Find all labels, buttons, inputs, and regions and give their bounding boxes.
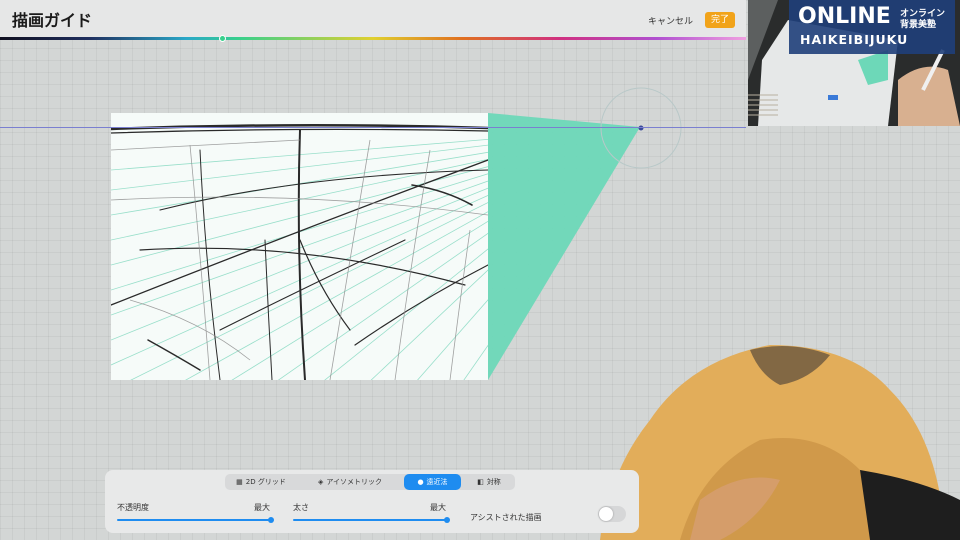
thickness-label: 太さ	[293, 503, 309, 512]
assisted-drawing-toggle[interactable]	[598, 506, 626, 522]
thickness-max-label: 最大	[430, 503, 446, 512]
logo-online-text: ONLINE	[798, 4, 891, 29]
thickness-slider-thumb[interactable]	[444, 517, 450, 523]
guide-type-tabs: ▦ 2D グリッド ◈ アイソメトリック ● 遠近法 ◧ 対称	[225, 474, 515, 490]
tab-2d-grid[interactable]: ▦ 2D グリッド	[225, 474, 297, 490]
presenter-overlay	[600, 345, 960, 540]
logo-bottom-text: HAIKEIBIJUKU	[800, 32, 909, 47]
assisted-drawing-label: アシストされた描画	[470, 513, 542, 522]
toggle-knob	[599, 507, 613, 521]
logo-jp-line2: 背景美塾	[900, 20, 937, 30]
perspective-icon: ●	[417, 478, 424, 486]
symmetry-icon: ◧	[477, 478, 484, 486]
top-bar: 描画ガイド キャンセル 完了	[0, 0, 746, 38]
tab-isometric[interactable]: ◈ アイソメトリック	[305, 474, 395, 490]
tab-symmetry[interactable]: ◧ 対称	[465, 474, 513, 490]
color-slider-knob[interactable]	[219, 35, 226, 42]
opacity-slider-thumb[interactable]	[268, 517, 274, 523]
grid-icon: ▦	[236, 478, 243, 486]
page-title: 描画ガイド	[12, 11, 93, 30]
opacity-max-label: 最大	[254, 503, 270, 512]
thickness-slider[interactable]	[293, 519, 448, 521]
cancel-button[interactable]: キャンセル	[648, 14, 693, 27]
opacity-label: 不透明度	[117, 503, 149, 512]
opacity-slider[interactable]	[117, 519, 272, 521]
horizon-line[interactable]	[0, 127, 746, 128]
tab-perspective[interactable]: ● 遠近法	[404, 474, 461, 490]
perspective-guide-wedge	[488, 113, 640, 380]
cube-icon: ◈	[317, 478, 324, 486]
done-button[interactable]: 完了	[705, 12, 735, 28]
guide-color-slider[interactable]	[0, 37, 746, 40]
guide-settings-panel: ▦ 2D グリッド ◈ アイソメトリック ● 遠近法 ◧ 対称 不透明度 最大 太さ 最…	[105, 470, 639, 533]
